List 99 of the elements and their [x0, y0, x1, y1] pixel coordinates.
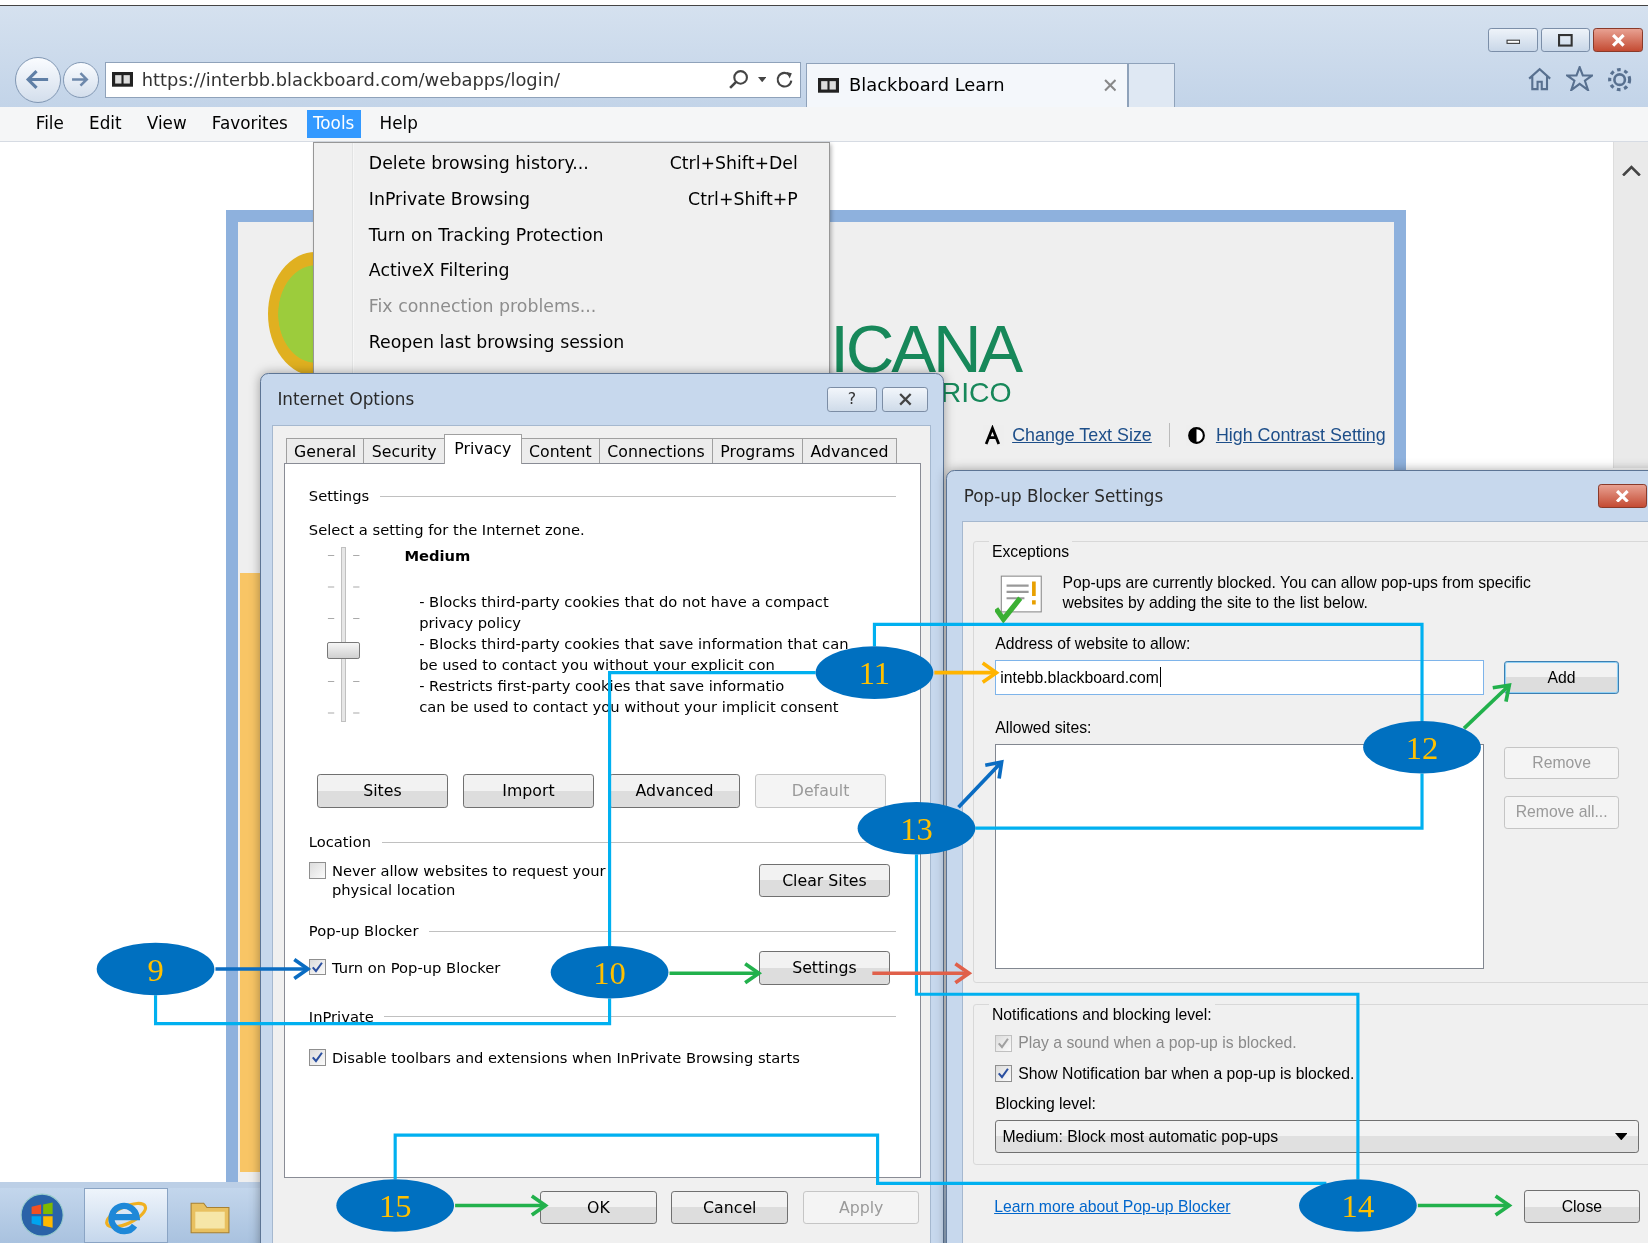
menu-item[interactable]: ActiveX Filtering [314, 253, 830, 289]
description-line: privacy policy [419, 613, 523, 633]
dropdown-caret-icon [1614, 1132, 1628, 1141]
menu-item[interactable]: Delete browsing history... Ctrl+Shift+Del [314, 146, 830, 182]
menu-item[interactable]: Help [373, 110, 425, 138]
button[interactable]: Clear Sites [758, 863, 891, 898]
callout-marker: 15 [336, 1179, 455, 1232]
start-orb-icon [18, 1192, 66, 1239]
dialog-title: Pop-up Blocker Settings [963, 485, 1165, 507]
field-label: Allowed sites: [995, 718, 1092, 739]
group-heading: Settings [308, 487, 370, 506]
page-link[interactable]: High Contrast Setting [1215, 423, 1386, 447]
new-tab-button[interactable] [1127, 63, 1175, 108]
message-text: Pop-ups are currently blocked. You can allow pop-ups from specific websites by adding the site to the list below. [1062, 572, 1532, 613]
group-heading: Notifications and blocking level: [988, 1003, 1215, 1025]
checkbox-label: Disable toolbars and extensions when InPrivate Browsing starts [331, 1049, 800, 1068]
add-button[interactable]: Add [1503, 661, 1620, 694]
dialog-title: Internet Options [277, 388, 416, 410]
checkbox[interactable] [308, 1049, 326, 1066]
blocking-level-dropdown[interactable]: Medium: Block most automatic pop-ups [995, 1119, 1639, 1154]
help-link[interactable]: Learn more about Pop-up Blocker [994, 1196, 1231, 1217]
checkbox[interactable] [995, 1065, 1012, 1082]
dropdown-caret-icon [757, 77, 767, 83]
checkbox[interactable] [308, 958, 326, 976]
favicon-icon [112, 72, 134, 88]
url-text: https://interbb.blackboard.com/webapps/login/ [141, 68, 561, 91]
tab[interactable]: Advanced [802, 438, 897, 464]
button[interactable]: Cancel [671, 1190, 789, 1225]
checkbox-label: Never allow websites to request your physical location [331, 862, 607, 899]
tab[interactable]: Programs [711, 438, 804, 464]
address-bar[interactable]: https://interbb.blackboard.com/webapps/login/ [105, 61, 801, 98]
button[interactable]: Import [463, 774, 594, 808]
close-button[interactable] [881, 386, 929, 412]
arrow [1462, 683, 1512, 730]
menu-item[interactable]: Edit [82, 110, 128, 138]
close-icon [1103, 79, 1117, 92]
menu-item[interactable]: Favorites [205, 110, 294, 138]
field-label: Blocking level: [995, 1093, 1097, 1114]
tab[interactable]: Content [520, 438, 600, 464]
checkbox-label: Play a sound when a pop-up is blocked. [1018, 1033, 1297, 1054]
checkbox[interactable] [308, 862, 326, 879]
description-line: - Blocks third-party cookies that do not have a compact [419, 592, 830, 612]
tab[interactable]: Privacy [443, 434, 522, 465]
tab[interactable]: Connections [598, 438, 713, 464]
menu-item[interactable]: View [140, 110, 193, 138]
group-heading: Pop-up Blocker [308, 922, 419, 941]
field-label: Address of website to allow: [995, 633, 1192, 654]
scroll-up-icon [1621, 164, 1641, 177]
minimize-button[interactable] [1488, 28, 1538, 53]
close-icon [1610, 34, 1626, 47]
button[interactable]: OK [540, 1190, 657, 1225]
taskbar-app[interactable] [84, 1187, 169, 1243]
scrollbar[interactable] [1613, 141, 1648, 468]
group-heading: InPrivate [308, 1007, 374, 1027]
contrast-icon [1186, 424, 1208, 446]
group-heading: Location [308, 833, 371, 852]
level-name: Medium [404, 547, 472, 566]
button[interactable]: Sites [317, 774, 448, 808]
close-button[interactable] [1593, 28, 1643, 53]
back-arrow-icon [25, 69, 51, 91]
callout-marker: 10 [550, 945, 669, 999]
callout-marker: 9 [96, 942, 215, 996]
close-button[interactable] [1597, 483, 1647, 509]
arrow [957, 759, 1004, 809]
slider-thumb[interactable] [326, 641, 361, 659]
tab[interactable]: Security [363, 438, 445, 464]
menu-item[interactable]: File [29, 110, 71, 138]
checkbox-label: Turn on Pop-up Blocker [331, 958, 501, 977]
maximize-icon [1558, 34, 1573, 47]
settings-icon[interactable] [1605, 66, 1634, 94]
help-button[interactable]: ? [827, 386, 877, 412]
search-icon [728, 69, 750, 91]
description-line: be used to contact you without your explicit con [419, 655, 776, 676]
star-icon[interactable] [1566, 66, 1594, 92]
button[interactable]: Advanced [609, 774, 740, 808]
page-link[interactable]: Change Text Size [1012, 423, 1152, 447]
refresh-icon [774, 70, 794, 90]
callout-marker: 12 [1363, 721, 1481, 774]
button[interactable]: Settings [758, 950, 891, 985]
callout-marker: 13 [857, 801, 976, 855]
tab[interactable]: General [285, 438, 365, 464]
prompt-text: Select a setting for the Internet zone. [308, 520, 586, 539]
browser-tab[interactable]: Blackboard Learn [806, 63, 1128, 108]
maximize-button[interactable] [1540, 28, 1591, 53]
forward-arrow-icon [71, 71, 91, 89]
close-icon [1614, 489, 1630, 503]
address-field[interactable]: intebb.blackboard.com [995, 659, 1484, 696]
tab-title: Blackboard Learn [849, 74, 1006, 97]
menu-item[interactable]: Turn on Tracking Protection [314, 217, 830, 254]
favicon-icon [817, 78, 839, 93]
menu-item[interactable]: Reopen last browsing session [314, 324, 830, 361]
callout-marker: 14 [1299, 1179, 1417, 1232]
close-button[interactable]: Close [1524, 1190, 1640, 1223]
menu-item[interactable]: InPrivate Browsing Ctrl+Shift+P [314, 181, 830, 218]
group-heading: Exceptions [988, 541, 1073, 563]
popup-warning-icon [995, 572, 1044, 624]
checkbox-label: Show Notification bar when a pop-up is blocked. [1018, 1063, 1355, 1084]
forward-button[interactable] [63, 61, 99, 98]
arrow [934, 661, 1000, 684]
